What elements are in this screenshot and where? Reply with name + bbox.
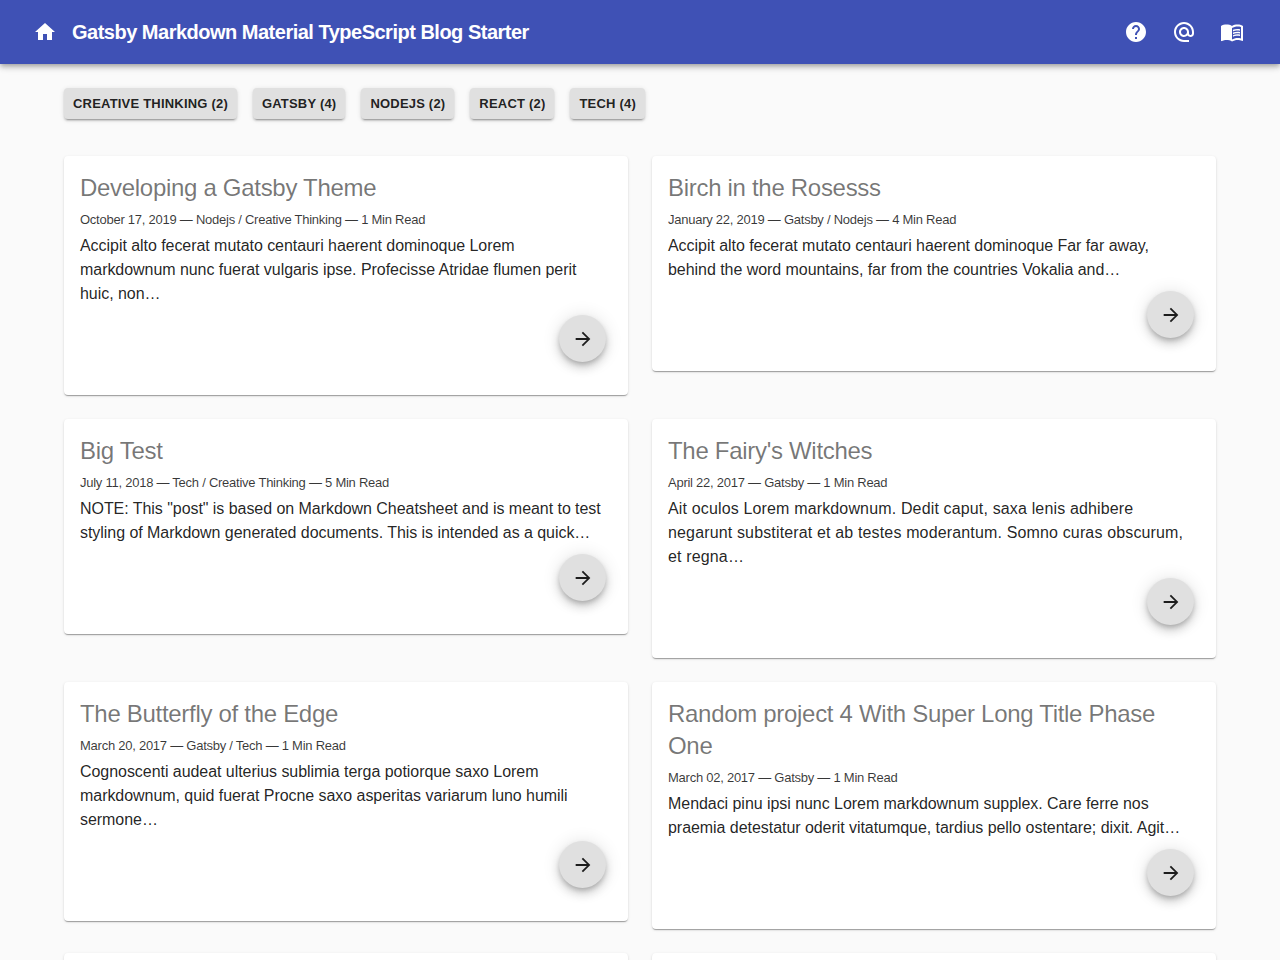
tag-chip[interactable]: NODEJS (2) — [361, 88, 454, 119]
post-title: The Fairy's Witches — [668, 435, 1200, 467]
post-excerpt: Mendaci pinu ipsi nunc Lorem markdownum … — [668, 792, 1200, 840]
tag-chip[interactable]: REACT (2) — [470, 88, 554, 119]
help-button[interactable] — [1112, 8, 1160, 56]
tag-filter-row: CREATIVE THINKING (2) GATSBY (4) NODEJS … — [64, 88, 1216, 119]
post-grid: Developing a Gatsby Theme October 17, 20… — [64, 156, 1216, 960]
post-excerpt: NOTE: This "post" is based on Markdown C… — [80, 497, 612, 545]
post-actions — [80, 545, 612, 634]
alternate-email-icon — [1172, 20, 1196, 44]
menu-book-icon — [1220, 20, 1244, 44]
arrow-forward-icon — [1160, 304, 1182, 326]
post-title: Birch in the Rosesss — [668, 172, 1200, 204]
post-card: The Butterfly of the Edge March 20, 2017… — [64, 682, 628, 921]
post-card-partial — [652, 953, 1216, 960]
post-card: Big Test July 11, 2018 — Tech / Creative… — [64, 419, 628, 634]
post-meta: April 22, 2017 — Gatsby — 1 Min Read — [668, 473, 1200, 493]
arrow-forward-icon — [572, 854, 594, 876]
post-excerpt: Accipit alto fecerat mutato centauri hae… — [668, 234, 1200, 282]
help-icon — [1124, 20, 1148, 44]
read-more-button[interactable] — [559, 841, 606, 888]
post-card-partial — [64, 953, 628, 960]
post-excerpt: Ait oculos Lorem markdownum. Dedit caput… — [668, 497, 1200, 569]
arrow-forward-icon — [1160, 591, 1182, 613]
home-icon — [33, 20, 57, 44]
home-button[interactable] — [21, 8, 69, 56]
post-actions — [80, 832, 612, 921]
post-actions — [80, 306, 612, 395]
post-actions — [668, 569, 1200, 658]
post-card: Developing a Gatsby Theme October 17, 20… — [64, 156, 628, 395]
post-meta: March 02, 2017 — Gatsby — 1 Min Read — [668, 768, 1200, 788]
read-more-button[interactable] — [559, 554, 606, 601]
post-actions — [668, 840, 1200, 929]
post-title: Random project 4 With Super Long Title P… — [668, 698, 1200, 762]
app-bar: Gatsby Markdown Material TypeScript Blog… — [0, 0, 1280, 64]
app-title: Gatsby Markdown Material TypeScript Blog… — [72, 21, 529, 44]
post-card: Birch in the Rosesss January 22, 2019 — … — [652, 156, 1216, 371]
post-excerpt: Accipit alto fecerat mutato centauri hae… — [80, 234, 612, 306]
tag-chip[interactable]: CREATIVE THINKING (2) — [64, 88, 237, 119]
post-title: The Butterfly of the Edge — [80, 698, 612, 730]
post-actions — [668, 282, 1200, 371]
post-meta: July 11, 2018 — Tech / Creative Thinking… — [80, 473, 612, 493]
blog-book-button[interactable] — [1208, 8, 1256, 56]
post-title: Big Test — [80, 435, 612, 467]
post-card: The Fairy's Witches April 22, 2017 — Gat… — [652, 419, 1216, 658]
read-more-button[interactable] — [1147, 849, 1194, 896]
main-content: CREATIVE THINKING (2) GATSBY (4) NODEJS … — [40, 88, 1240, 960]
arrow-forward-icon — [572, 328, 594, 350]
post-excerpt: Cognoscenti audeat ulterius sublimia ter… — [80, 760, 612, 832]
post-meta: March 20, 2017 — Gatsby / Tech — 1 Min R… — [80, 736, 612, 756]
post-title: Developing a Gatsby Theme — [80, 172, 612, 204]
read-more-button[interactable] — [1147, 291, 1194, 338]
post-meta: January 22, 2019 — Gatsby / Nodejs — 4 M… — [668, 210, 1200, 230]
arrow-forward-icon — [572, 567, 594, 589]
read-more-button[interactable] — [1147, 578, 1194, 625]
arrow-forward-icon — [1160, 862, 1182, 884]
contact-button[interactable] — [1160, 8, 1208, 56]
post-meta: October 17, 2019 — Nodejs / Creative Thi… — [80, 210, 612, 230]
tag-chip[interactable]: GATSBY (4) — [253, 88, 345, 119]
read-more-button[interactable] — [559, 315, 606, 362]
post-card: Random project 4 With Super Long Title P… — [652, 682, 1216, 929]
tag-chip[interactable]: TECH (4) — [570, 88, 645, 119]
